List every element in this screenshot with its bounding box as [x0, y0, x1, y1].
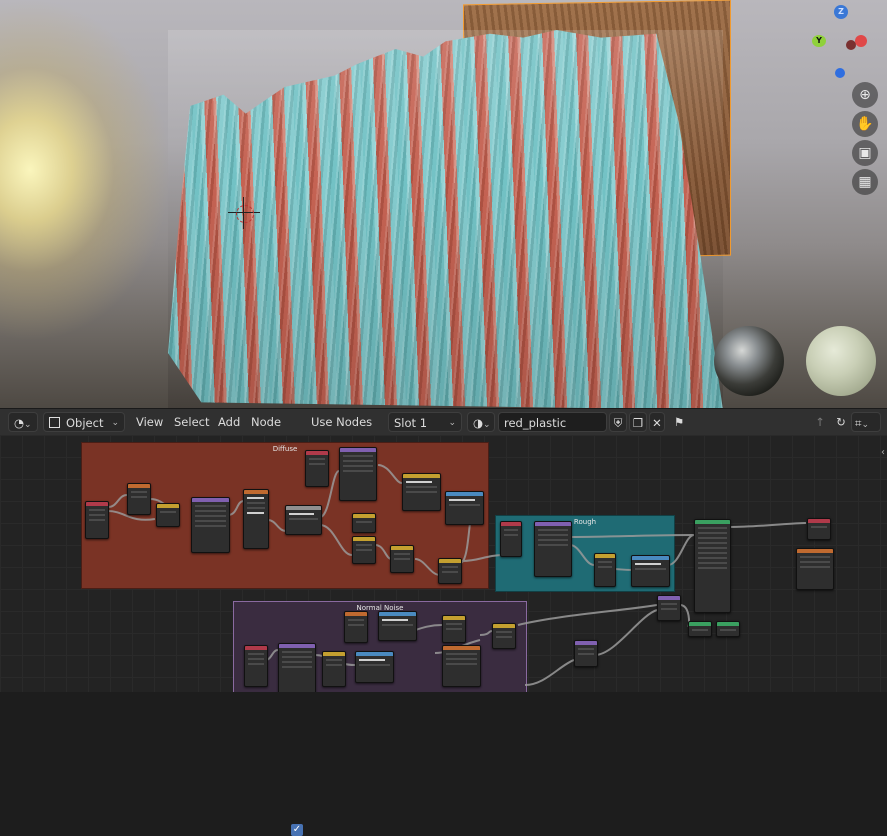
node-bump-2[interactable] [716, 621, 740, 637]
material-slot-select[interactable]: Slot 1 ⌄ [388, 412, 462, 432]
chevron-down-icon: ⌄ [861, 420, 870, 430]
gizmo-z-axis[interactable]: Z [834, 5, 848, 19]
node-wave-texture[interactable] [191, 497, 230, 553]
chevron-down-icon: ⌄ [483, 420, 491, 430]
node-mix-4[interactable] [438, 558, 462, 584]
menu-add[interactable]: Add [214, 412, 244, 432]
node-normal-noise[interactable] [378, 611, 417, 641]
node-normal-math[interactable] [442, 615, 466, 643]
node-principled-bsdf[interactable] [694, 519, 731, 613]
fake-user-button[interactable]: ⛨ [609, 412, 627, 432]
object-icon [49, 417, 60, 428]
shader-node-editor[interactable]: Diffuse Rough Normal Noise ‹ [0, 435, 887, 692]
node-normal-coord[interactable] [344, 611, 368, 643]
menu-node[interactable]: Node [247, 412, 285, 432]
node-normal-input[interactable] [244, 645, 268, 687]
material-name-field[interactable]: red_plastic [498, 412, 607, 432]
hand-pan-icon[interactable]: ✋ [852, 111, 878, 137]
node-bump-1[interactable] [688, 621, 712, 637]
node-math-1[interactable] [352, 513, 376, 533]
node-normal-ramp[interactable] [355, 651, 394, 683]
duplicate-icon: ❐ [632, 416, 644, 430]
material-browse-button[interactable]: ◑⌄ [467, 412, 495, 432]
pin-button[interactable]: ⚑ [671, 412, 687, 432]
node-rough-input[interactable] [500, 521, 522, 557]
node-noise-texture[interactable] [339, 447, 377, 501]
chevron-down-icon: ⌄ [111, 418, 119, 428]
parent-node-tree-button[interactable]: ↑ [810, 412, 830, 432]
node-rough-math[interactable] [594, 553, 616, 587]
node-separate[interactable] [156, 503, 180, 527]
overlay-button[interactable]: ⌗⌄ [851, 412, 881, 432]
node-normal-wave[interactable] [278, 643, 316, 692]
chevron-down-icon: ⌄ [24, 420, 32, 430]
duplicate-material-button[interactable]: ❐ [629, 412, 647, 432]
node-mix-color[interactable] [402, 473, 441, 511]
slot-label: Slot 1 [394, 416, 428, 430]
node-color-ramp-2[interactable] [445, 491, 484, 525]
node-value[interactable] [305, 450, 329, 487]
sidebar-toggle-icon[interactable]: ‹ [881, 447, 885, 458]
material-sphere-icon: ◑ [473, 416, 484, 430]
node-rough-ramp[interactable] [631, 555, 670, 587]
node-normal-map[interactable] [657, 595, 681, 621]
node-normal-mix[interactable] [574, 640, 598, 667]
node-rough-noise[interactable] [534, 521, 572, 577]
grid-icon[interactable]: ▦ [852, 169, 878, 195]
node-math-2[interactable] [352, 536, 376, 564]
node-normal-mix-3[interactable] [442, 645, 481, 687]
node-normal-mix-2[interactable] [492, 623, 516, 649]
camera-icon[interactable]: ▣ [852, 140, 878, 166]
menu-view[interactable]: View [132, 412, 167, 432]
zoom-icon[interactable]: ⊕ [852, 82, 878, 108]
node-material-output[interactable] [807, 518, 831, 540]
node-mix-3[interactable] [390, 545, 414, 573]
close-icon: ✕ [652, 416, 662, 430]
shader-editor-icon: ◔ [14, 416, 25, 430]
node-texture-coordinate[interactable] [85, 501, 109, 539]
snap-icon: ↻ [836, 415, 846, 429]
node-normal-separate[interactable] [322, 651, 346, 687]
3d-cursor[interactable] [228, 197, 260, 229]
gizmo-y-axis[interactable]: Y [812, 35, 826, 47]
node-editor-header: ◔⌄ Object ⌄ View Select Add Node ✓ Use No… [0, 408, 887, 836]
node-color-ramp[interactable] [243, 489, 269, 549]
diffuse-preview-sphere[interactable] [806, 326, 876, 396]
unlink-material-button[interactable]: ✕ [649, 412, 665, 432]
3d-viewport[interactable]: Z Y ⊕ ✋ ▣ ▦ [0, 0, 887, 408]
use-nodes-label[interactable]: Use Nodes [307, 412, 376, 432]
shield-icon: ⛨ [613, 416, 623, 430]
mode-label: Object [66, 416, 104, 430]
gizmo-neg-x-axis[interactable] [846, 40, 856, 50]
hdri-preview-sphere[interactable] [714, 326, 784, 396]
object-mode-select[interactable]: Object ⌄ [43, 412, 125, 432]
gizmo-neg-z-axis[interactable] [835, 68, 845, 78]
node-mix-rgb[interactable] [285, 505, 322, 535]
menu-select[interactable]: Select [170, 412, 213, 432]
chevron-down-icon: ⌄ [448, 418, 456, 428]
node-displacement[interactable] [796, 548, 834, 590]
snap-button[interactable]: ↻ [833, 412, 849, 432]
pin-icon: ⚑ [673, 415, 685, 429]
use-nodes-checkbox[interactable]: ✓ [291, 824, 303, 836]
node-mapping[interactable] [127, 483, 151, 515]
gizmo-x-axis[interactable] [855, 35, 867, 47]
parent-node-icon: ↑ [815, 415, 825, 429]
editor-type-button[interactable]: ◔⌄ [8, 412, 38, 432]
